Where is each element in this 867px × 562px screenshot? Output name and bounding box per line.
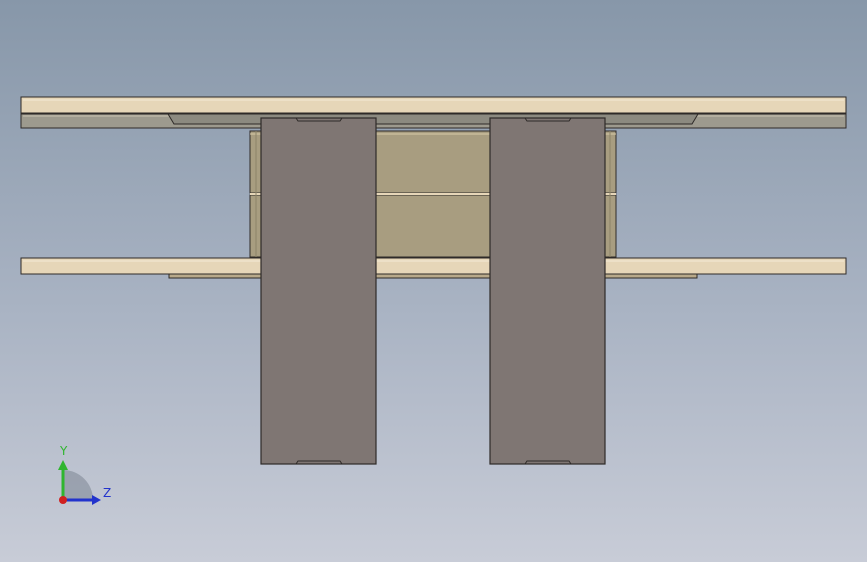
y-axis-arrow-icon (58, 460, 68, 470)
triad-arc-icon (63, 470, 93, 500)
left-panel-assembly[interactable] (260, 117, 377, 465)
left-panel[interactable] (260, 117, 377, 465)
bottom-plate[interactable] (20, 257, 847, 275)
bottom-plate-lip (168, 273, 698, 279)
z-axis-label: Z (103, 486, 111, 500)
model-view[interactable]: Y Z (0, 0, 867, 562)
top-rail-chamfer (167, 113, 699, 125)
right-panel[interactable] (489, 117, 606, 465)
right-panel-assembly[interactable] (489, 117, 606, 465)
z-axis-arrow-icon (92, 495, 101, 505)
top-plate[interactable] (20, 96, 847, 114)
graphics-viewport[interactable]: Y Z (0, 0, 867, 562)
axis-triad: Y Z (58, 444, 111, 505)
x-axis-dot-icon (59, 496, 67, 504)
y-axis-label: Y (59, 444, 68, 458)
bottom-plate-assembly[interactable] (20, 257, 847, 279)
top-plate-assembly[interactable] (20, 96, 847, 129)
